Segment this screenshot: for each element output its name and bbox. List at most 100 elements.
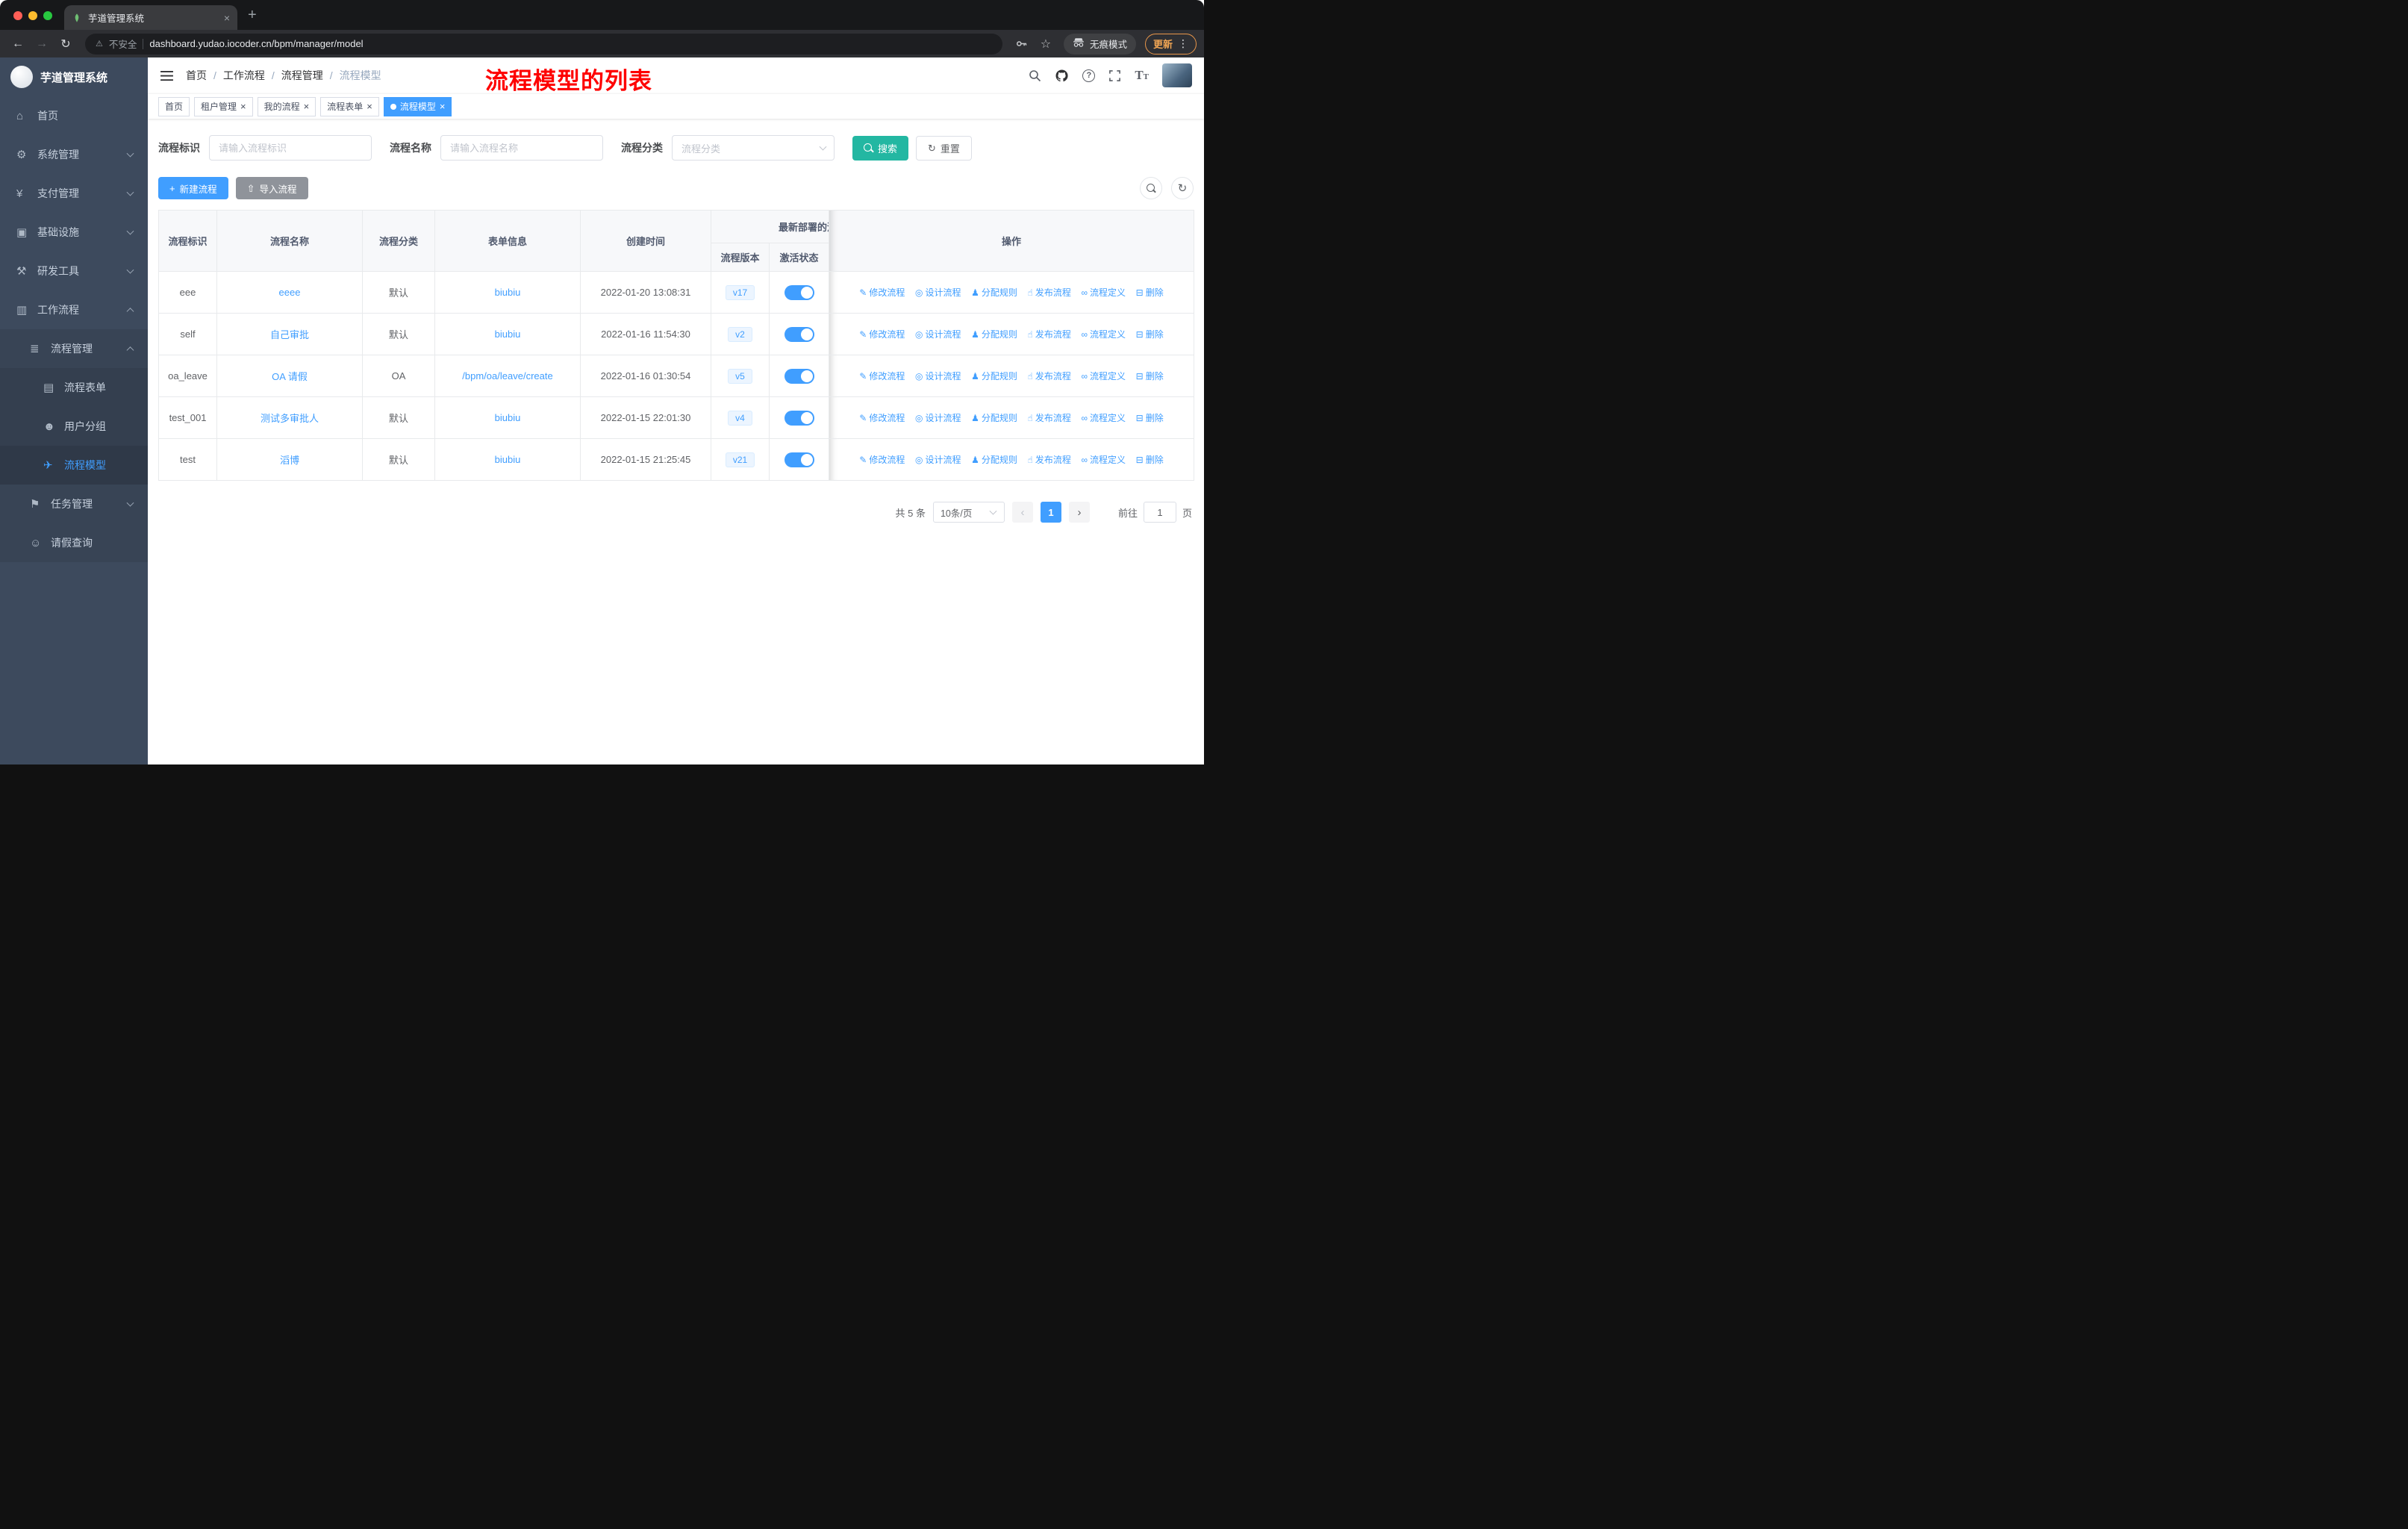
active-status-toggle[interactable] — [784, 410, 814, 426]
fullscreen-icon[interactable] — [1108, 69, 1121, 82]
process-name-link[interactable]: eeee — [279, 287, 301, 298]
process-definition-link[interactable]: ∞ 流程定义 — [1081, 370, 1126, 382]
tag-close-icon[interactable]: × — [366, 102, 372, 111]
url-text[interactable]: dashboard.yudao.iocoder.cn/bpm/manager/m… — [149, 38, 363, 49]
edit-process-link[interactable]: ✎ 修改流程 — [859, 411, 905, 424]
reset-button[interactable]: ↻ 重置 — [916, 135, 972, 161]
github-icon[interactable] — [1055, 69, 1069, 83]
process-name-link[interactable]: 自己审批 — [270, 329, 309, 340]
assign-rule-link[interactable]: ♟ 分配规则 — [971, 286, 1017, 299]
process-name-link[interactable]: 测试多审批人 — [261, 413, 319, 424]
assign-rule-link[interactable]: ♟ 分配规则 — [971, 411, 1017, 424]
form-info-link[interactable]: /bpm/oa/leave/create — [462, 370, 552, 382]
browser-tab[interactable]: 芋道管理系统 × — [64, 5, 237, 30]
process-definition-link[interactable]: ∞ 流程定义 — [1081, 328, 1126, 340]
sidebar-item-dev-tools[interactable]: ⚒ 研发工具 — [0, 252, 148, 290]
forward-button[interactable]: → — [31, 34, 52, 55]
sidebar-item-leave-query[interactable]: ☺ 请假查询 — [0, 523, 148, 562]
edit-process-link[interactable]: ✎ 修改流程 — [859, 286, 905, 299]
process-name-link[interactable]: OA 请假 — [272, 371, 308, 382]
sidebar-item-user-group[interactable]: ☻ 用户分组 — [0, 407, 148, 446]
security-label[interactable]: 不安全 — [109, 37, 137, 51]
breadcrumb-home[interactable]: 首页 — [186, 68, 207, 83]
design-process-link[interactable]: ◎ 设计流程 — [915, 286, 961, 299]
process-definition-link[interactable]: ∞ 流程定义 — [1081, 286, 1126, 299]
toggle-search-button[interactable] — [1140, 177, 1162, 199]
search-icon[interactable] — [1028, 69, 1041, 82]
assign-rule-link[interactable]: ♟ 分配规则 — [971, 453, 1017, 466]
reload-button[interactable]: ↻ — [55, 34, 76, 55]
edit-process-link[interactable]: ✎ 修改流程 — [859, 453, 905, 466]
incognito-badge[interactable]: 无痕模式 — [1063, 33, 1136, 55]
address-bar[interactable]: ⚠ 不安全 dashboard.yudao.iocoder.cn/bpm/man… — [85, 33, 1002, 55]
tab-close-icon[interactable]: × — [224, 12, 230, 24]
delete-process-link[interactable]: ⊟ 删除 — [1136, 370, 1164, 382]
goto-page-input[interactable] — [1143, 502, 1176, 523]
form-info-link[interactable]: biubiu — [495, 454, 521, 465]
sidebar-item-system-management[interactable]: ⚙ 系统管理 — [0, 135, 148, 174]
tag-my-process[interactable]: 我的流程 × — [257, 96, 316, 116]
design-process-link[interactable]: ◎ 设计流程 — [915, 453, 961, 466]
sidebar-toggle-button[interactable] — [160, 70, 174, 81]
breadcrumb-workflow[interactable]: 工作流程 — [223, 68, 265, 83]
page-size-select[interactable]: 10条/页 — [932, 502, 1005, 523]
sidebar-item-process-form[interactable]: ▤ 流程表单 — [0, 368, 148, 407]
import-process-button[interactable]: ⇧ 导入流程 — [235, 177, 308, 199]
tag-close-icon[interactable]: × — [304, 102, 310, 111]
search-button[interactable]: 搜索 — [852, 135, 909, 161]
sidebar-item-infrastructure[interactable]: ▣ 基础设施 — [0, 213, 148, 252]
design-process-link[interactable]: ◎ 设计流程 — [915, 370, 961, 382]
next-page-button[interactable]: › — [1068, 502, 1090, 523]
active-status-toggle[interactable] — [784, 326, 814, 342]
design-process-link[interactable]: ◎ 设计流程 — [915, 328, 961, 340]
publish-process-link[interactable]: ☝ 发布流程 — [1028, 370, 1071, 382]
publish-process-link[interactable]: ☝ 发布流程 — [1028, 328, 1071, 340]
process-name-link[interactable]: 滔博 — [280, 455, 299, 466]
help-icon[interactable]: ? — [1082, 69, 1096, 82]
tag-home[interactable]: 首页 — [158, 96, 190, 116]
back-button[interactable]: ← — [7, 34, 28, 55]
publish-process-link[interactable]: ☝ 发布流程 — [1028, 411, 1071, 424]
close-window-button[interactable] — [13, 11, 22, 20]
password-key-icon[interactable] — [1011, 34, 1032, 55]
menu-kebab-icon[interactable]: ⋮ — [1178, 37, 1188, 50]
form-info-link[interactable]: biubiu — [495, 287, 521, 298]
sidebar-logo[interactable]: 芋道管理系统 — [0, 57, 148, 96]
delete-process-link[interactable]: ⊟ 删除 — [1136, 286, 1164, 299]
active-status-toggle[interactable] — [784, 368, 814, 384]
new-tab-button[interactable]: + — [248, 7, 257, 24]
active-status-toggle[interactable] — [784, 452, 814, 467]
process-name-input[interactable] — [440, 135, 603, 161]
minimize-window-button[interactable] — [28, 11, 37, 20]
assign-rule-link[interactable]: ♟ 分配规则 — [971, 328, 1017, 340]
bookmark-star-icon[interactable]: ☆ — [1035, 34, 1056, 55]
tag-close-icon[interactable]: × — [240, 102, 246, 111]
font-size-icon[interactable]: TT — [1135, 68, 1149, 83]
assign-rule-link[interactable]: ♟ 分配规则 — [971, 370, 1017, 382]
breadcrumb-process-management[interactable]: 流程管理 — [281, 68, 323, 83]
sidebar-item-payment-management[interactable]: ¥ 支付管理 — [0, 174, 148, 213]
edit-process-link[interactable]: ✎ 修改流程 — [859, 328, 905, 340]
category-select[interactable]: 流程分类 — [672, 135, 835, 161]
publish-process-link[interactable]: ☝ 发布流程 — [1028, 453, 1071, 466]
refresh-table-button[interactable]: ↻ — [1171, 177, 1194, 199]
tag-tenant-management[interactable]: 租户管理 × — [194, 96, 253, 116]
zoom-window-button[interactable] — [43, 11, 52, 20]
tag-process-model[interactable]: 流程模型 × — [383, 96, 452, 116]
active-status-toggle[interactable] — [784, 284, 814, 300]
edit-process-link[interactable]: ✎ 修改流程 — [859, 370, 905, 382]
prev-page-button[interactable]: ‹ — [1011, 502, 1033, 523]
form-info-link[interactable]: biubiu — [495, 412, 521, 423]
publish-process-link[interactable]: ☝ 发布流程 — [1028, 286, 1071, 299]
delete-process-link[interactable]: ⊟ 删除 — [1136, 328, 1164, 340]
process-definition-link[interactable]: ∞ 流程定义 — [1081, 411, 1126, 424]
sidebar-item-workflow[interactable]: ▥ 工作流程 — [0, 290, 148, 329]
sidebar-item-process-management[interactable]: ≣ 流程管理 — [0, 329, 148, 368]
tag-process-form[interactable]: 流程表单 × — [320, 96, 379, 116]
user-avatar[interactable] — [1162, 63, 1192, 87]
update-button[interactable]: 更新 ⋮ — [1144, 33, 1197, 55]
sidebar-item-home[interactable]: ⌂ 首页 — [0, 96, 148, 135]
form-info-link[interactable]: biubiu — [495, 328, 521, 340]
tag-close-icon[interactable]: × — [440, 102, 446, 111]
page-number-1[interactable]: 1 — [1040, 502, 1061, 523]
